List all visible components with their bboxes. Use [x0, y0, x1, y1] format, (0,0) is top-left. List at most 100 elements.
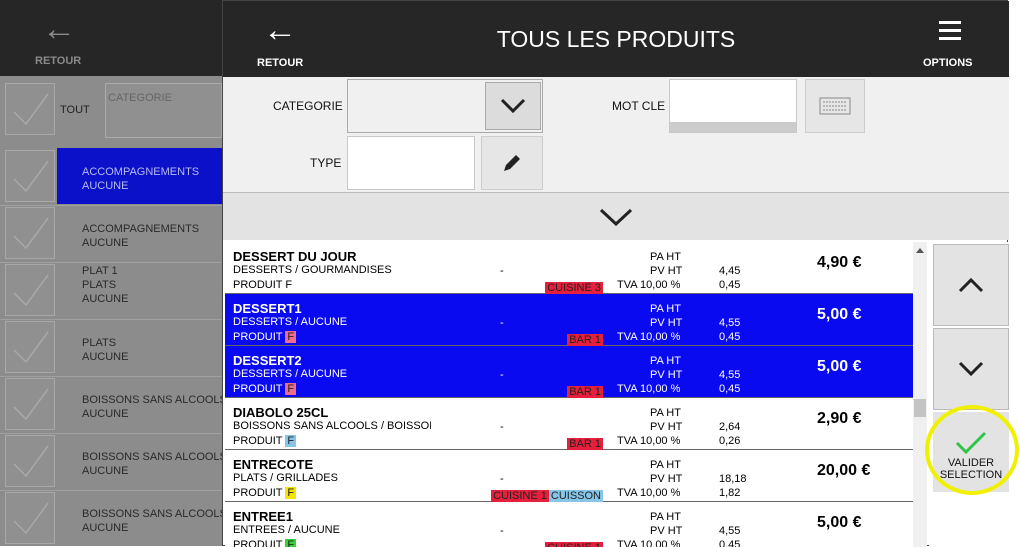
product-name: ENTREE1 — [233, 509, 293, 524]
product-list: DESSERT DU JOUR DESSERTS / GOURMANDISES PR… — [225, 242, 913, 547]
kitchen-tag: CUISINE 1 — [491, 490, 549, 502]
product-price: 20,00 € — [817, 462, 871, 479]
divider — [0, 433, 222, 434]
product-separator: - — [500, 369, 504, 381]
scroll-thumb[interactable] — [914, 399, 926, 417]
product-row[interactable]: ENTRECOTE PLATS / GRILLADES PRODUIT F - CUIS… — [225, 450, 913, 502]
category-filter-box[interactable]: CATEGORIE — [105, 83, 222, 138]
expand-filters-button[interactable] — [223, 192, 1009, 240]
tva-label: TVA 10,00 % — [617, 279, 681, 291]
chevron-down-icon — [500, 98, 526, 114]
background-row-label: PLATS AUCUNE — [82, 337, 129, 363]
product-category: BOISSONS SANS ALCOOLS / BOISSONS — [233, 420, 431, 432]
product-row[interactable]: DESSERT1 DESSERTS / AUCUNE PRODUIT F - BAR 1… — [225, 294, 913, 346]
category-placeholder: CATEGORIE — [108, 92, 172, 104]
pencil-icon — [504, 155, 520, 171]
chevron-down-icon — [599, 208, 633, 226]
product-name: ENTRECOTE — [233, 457, 314, 472]
tva-value: 0,45 — [719, 279, 741, 291]
category-dropdown-button[interactable] — [485, 82, 541, 130]
row-checkbox[interactable] — [5, 378, 55, 430]
type-badge: F — [285, 435, 297, 447]
menu-icon[interactable] — [939, 21, 961, 45]
product-price: 5,00 € — [817, 306, 862, 323]
product-separator: - — [500, 473, 504, 485]
product-price: 5,00 € — [817, 514, 862, 531]
product-row[interactable]: DESSERT2 DESSERTS / AUCUNE PRODUIT F - BAR 1… — [225, 346, 913, 398]
pv-label: PV HT — [650, 421, 683, 433]
divider — [0, 262, 222, 263]
pv-value: 4,45 — [719, 265, 741, 277]
divider — [0, 205, 222, 206]
pa-label: PA HT — [650, 251, 681, 263]
side-controls: VALIDER SELECTION — [929, 242, 1009, 547]
row-checkbox[interactable] — [5, 492, 55, 544]
back-arrow-icon[interactable]: ← — [42, 12, 76, 46]
product-type: PRODUIT F — [233, 331, 297, 343]
tva-label: TVA 10,00 % — [617, 487, 681, 499]
row-checkbox[interactable] — [5, 207, 55, 259]
scroll-up-arrow-icon[interactable] — [916, 248, 924, 253]
kitchen-tag: BAR 1 — [567, 386, 603, 398]
divider — [0, 376, 222, 377]
tva-label: TVA 10,00 % — [617, 383, 681, 395]
background-back-label: RETOUR — [35, 55, 82, 67]
background-row-label: ACCOMPAGNEMENTS AUCUNE — [82, 166, 200, 192]
pv-value: 18,18 — [719, 473, 747, 485]
row-checkbox[interactable] — [5, 435, 55, 487]
pv-value: 4,55 — [719, 525, 741, 537]
product-dialog: ← RETOUR TOUS LES PRODUITS OPTIONS CATEG… — [222, 0, 1009, 547]
row-checkbox[interactable] — [5, 321, 55, 373]
product-category: ENTREES / AUCUNE — [233, 524, 340, 536]
pv-label: PV HT — [650, 317, 683, 329]
tva-label: TVA 10,00 % — [617, 331, 681, 343]
filter-panel: CATEGORIE MOT CLE TYPE — [223, 77, 1009, 192]
keyboard-icon — [819, 97, 851, 115]
product-row[interactable]: ENTREE1ENTREES / AUCUNEPRODUIT F-CUISINE… — [225, 502, 913, 547]
product-row[interactable]: DIABOLO 25CL BOISSONS SANS ALCOOLS / BOIS… — [225, 398, 913, 450]
pv-label: PV HT — [650, 369, 683, 381]
background-row-label: PLAT 1 PLATS AUCUNE — [82, 265, 129, 305]
product-separator: - — [500, 421, 504, 433]
pv-label: PV HT — [650, 265, 683, 277]
keyword-underline — [670, 122, 796, 132]
tva-value: 0,45 — [719, 383, 741, 395]
tva-value: 0,26 — [719, 435, 741, 447]
product-separator: - — [500, 525, 504, 537]
category-label: CATEGORIE — [273, 99, 343, 113]
divider — [0, 319, 222, 320]
pv-value: 2,64 — [719, 421, 741, 433]
product-row[interactable]: DESSERT DU JOUR DESSERTS / GOURMANDISES PR… — [225, 242, 913, 294]
edit-type-button[interactable] — [481, 136, 543, 190]
type-input[interactable] — [347, 136, 475, 190]
type-badge: F — [285, 487, 297, 499]
background-row-label: BOISSONS SANS ALCOOLS AUCUNE — [82, 508, 227, 534]
background-row-label: BOISSONS SANS ALCOOLS AUCUNE — [82, 451, 227, 477]
keyword-input[interactable] — [669, 79, 797, 133]
page-down-button[interactable] — [933, 328, 1009, 410]
row-checkbox[interactable] — [5, 264, 55, 316]
product-name: DESSERT DU JOUR — [233, 249, 357, 264]
pv-label: PV HT — [650, 525, 683, 537]
pv-value: 4,55 — [719, 317, 741, 329]
kitchen-tag: CUISSON — [548, 490, 603, 502]
chevron-up-icon — [958, 277, 984, 293]
tva-value: 0,45 — [719, 331, 741, 343]
select-all-checkbox[interactable] — [5, 83, 55, 135]
tva-label: TVA 10,00 % — [617, 435, 681, 447]
row-checkbox[interactable] — [5, 150, 55, 202]
pa-label: PA HT — [650, 407, 681, 419]
options-label[interactable]: OPTIONS — [923, 57, 973, 69]
product-name: DESSERT1 — [233, 301, 302, 316]
product-category: DESSERTS / AUCUNE — [233, 316, 348, 328]
page-up-button[interactable] — [933, 244, 1009, 326]
list-scrollbar[interactable] — [913, 242, 927, 547]
background-row-label: BOISSONS SANS ALCOOLS AUCUNE — [82, 394, 227, 420]
product-separator: - — [500, 265, 504, 277]
pa-label: PA HT — [650, 459, 681, 471]
back-label[interactable]: RETOUR — [257, 57, 303, 69]
keyboard-button[interactable] — [805, 79, 865, 133]
page-title: TOUS LES PRODUITS — [496, 26, 736, 52]
pv-value: 4,55 — [719, 369, 741, 381]
product-price: 2,90 € — [817, 410, 862, 427]
